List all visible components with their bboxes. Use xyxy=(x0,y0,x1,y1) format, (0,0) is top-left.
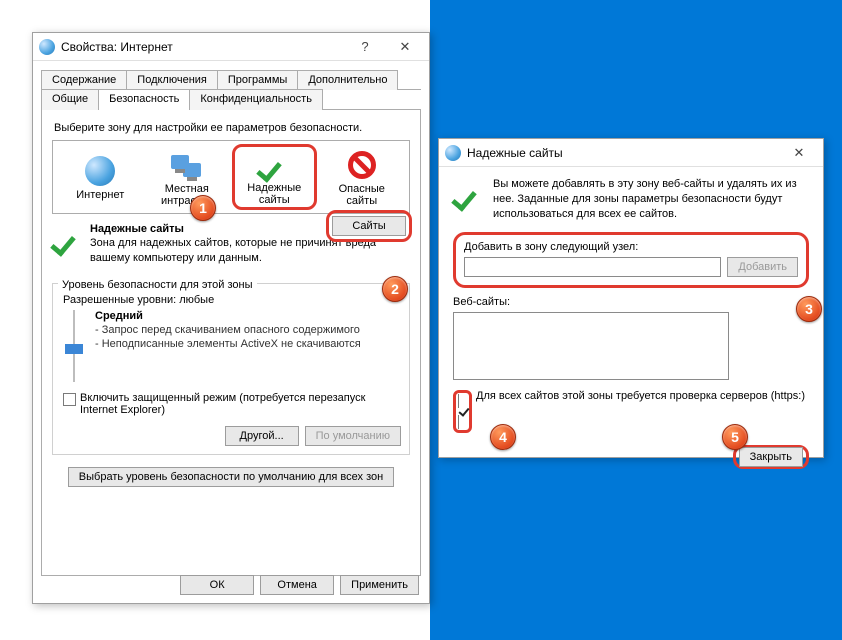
tab-security[interactable]: Безопасность xyxy=(98,89,190,110)
help-button[interactable]: ? xyxy=(345,35,385,59)
default-level-button[interactable]: По умолчанию xyxy=(305,426,401,446)
add-site-group: Добавить в зону следующий узел: Добавить xyxy=(453,232,809,288)
cancel-button[interactable]: Отмена xyxy=(260,575,334,595)
slider-thumb[interactable] xyxy=(65,344,83,354)
tab-connections[interactable]: Подключения xyxy=(126,70,218,90)
tab-general[interactable]: Общие xyxy=(41,89,99,110)
allowed-levels: Разрешенные уровни: любые xyxy=(63,294,401,306)
checkmark-icon xyxy=(52,222,84,254)
zone-trusted-label: Надежные сайты xyxy=(235,182,314,206)
zone-restricted[interactable]: Опасные сайты xyxy=(321,147,404,207)
require-https-checkbox[interactable] xyxy=(458,394,467,429)
tab-panel-security: Выберите зону для настройки ее параметро… xyxy=(41,110,421,576)
trusted-sites-window: Надежные сайты ✕ Вы можете добавлять в э… xyxy=(438,138,824,458)
level-name: Средний xyxy=(95,310,143,322)
sites-button[interactable]: Сайты xyxy=(332,216,406,236)
ok-button[interactable]: ОК xyxy=(180,575,254,595)
sites-listbox[interactable] xyxy=(453,312,729,380)
close-dialog-button[interactable]: Закрыть xyxy=(739,447,803,467)
zone-internet-label: Интернет xyxy=(61,189,140,201)
internet-options-window: Свойства: Интернет ? ✕ Содержание Подклю… xyxy=(32,32,430,604)
step-badge-2: 2 xyxy=(382,276,408,302)
step-badge-5: 5 xyxy=(722,424,748,450)
security-level-group-title: Уровень безопасности для этой зоны xyxy=(58,279,257,291)
step-badge-1: 1 xyxy=(190,195,216,221)
zone-intranet[interactable]: Местная интрасеть xyxy=(146,147,229,207)
zone-trusted[interactable]: Надежные сайты xyxy=(232,144,317,210)
add-site-label: Добавить в зону следующий узел: xyxy=(464,241,798,253)
tab-privacy[interactable]: Конфиденциальность xyxy=(189,89,323,110)
tab-programs[interactable]: Программы xyxy=(217,70,298,90)
globe-icon xyxy=(39,39,55,55)
add-button[interactable]: Добавить xyxy=(727,257,798,277)
tab-content[interactable]: Содержание xyxy=(41,70,127,90)
close-button[interactable]: ✕ xyxy=(779,141,819,165)
apply-button[interactable]: Применить xyxy=(340,575,419,595)
require-https-label: Для всех сайтов этой зоны требуется пров… xyxy=(476,390,805,402)
step-badge-3: 3 xyxy=(796,296,822,322)
blocked-icon xyxy=(348,151,376,179)
window-title: Надежные сайты xyxy=(467,146,563,160)
protected-mode-label: Включить защищенный режим (потребуется п… xyxy=(80,392,399,416)
intranet-icon xyxy=(171,149,203,181)
prompt-text: Выберите зону для настройки ее параметро… xyxy=(54,122,410,134)
close-button[interactable]: ✕ xyxy=(385,35,425,59)
reset-all-zones-button[interactable]: Выбрать уровень безопасности по умолчани… xyxy=(68,467,394,487)
add-site-input[interactable] xyxy=(464,257,721,277)
custom-level-button[interactable]: Другой... xyxy=(225,426,299,446)
info-text: Вы можете добавлять в эту зону веб-сайты… xyxy=(493,177,809,222)
zone-title: Надежные сайты xyxy=(90,223,184,235)
tab-advanced[interactable]: Дополнительно xyxy=(297,70,398,90)
zone-selector: Интернет Местная интрасеть Надежные сайт… xyxy=(52,140,410,214)
security-level-slider[interactable] xyxy=(65,310,83,382)
sites-list-label: Веб-сайты: xyxy=(453,296,729,308)
window-title: Свойства: Интернет xyxy=(61,40,173,54)
checkmark-icon xyxy=(258,148,290,180)
title-bar[interactable]: Свойства: Интернет ? ✕ xyxy=(33,33,429,61)
globe-icon xyxy=(85,156,115,186)
globe-icon xyxy=(445,145,461,161)
level-detail-1: - Запрос перед скачиванием опасного соде… xyxy=(95,324,361,336)
step-badge-4: 4 xyxy=(490,424,516,450)
title-bar[interactable]: Надежные сайты ✕ xyxy=(439,139,823,167)
zone-restricted-label: Опасные сайты xyxy=(323,183,402,207)
level-detail-2: - Неподписанные элементы ActiveX не скач… xyxy=(95,338,361,350)
checkmark-icon xyxy=(453,177,485,209)
protected-mode-checkbox[interactable] xyxy=(63,393,76,406)
zone-internet[interactable]: Интернет xyxy=(59,153,142,201)
